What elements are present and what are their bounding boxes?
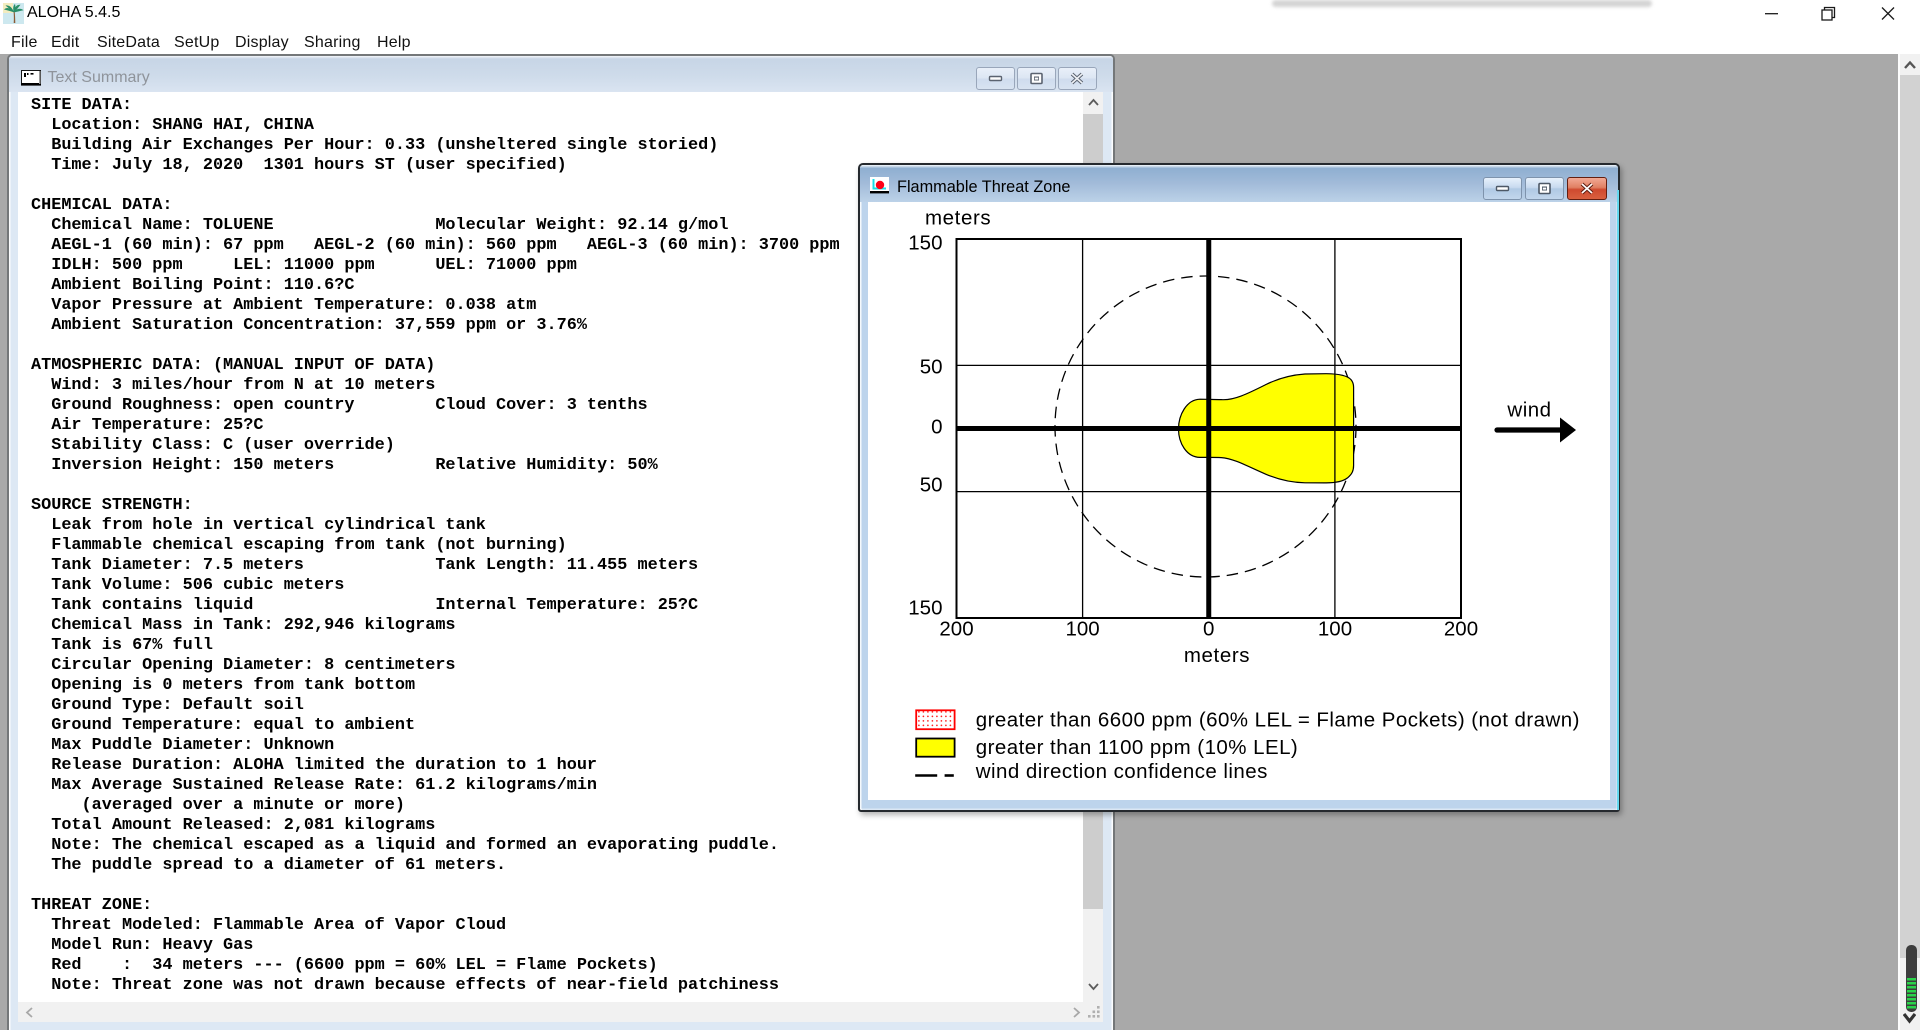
svg-text:meters: meters xyxy=(925,207,991,230)
svg-text:50: 50 xyxy=(920,473,943,496)
svg-text:100: 100 xyxy=(1065,618,1099,641)
svg-text:100: 100 xyxy=(1318,618,1352,641)
svg-text:150: 150 xyxy=(908,232,942,255)
svg-text:meters: meters xyxy=(1184,644,1250,667)
svg-text:0: 0 xyxy=(931,416,942,439)
svg-text:wind: wind xyxy=(1506,399,1551,422)
svg-text:wind direction confidence line: wind direction confidence lines xyxy=(975,760,1268,783)
svg-text:50: 50 xyxy=(920,355,943,378)
svg-text:0: 0 xyxy=(1203,618,1214,641)
svg-text:200: 200 xyxy=(1444,618,1478,641)
svg-text:200: 200 xyxy=(939,618,973,641)
svg-text:150: 150 xyxy=(908,597,942,620)
svg-text:greater than 6600 ppm (60% LEL: greater than 6600 ppm (60% LEL = Flame P… xyxy=(976,709,1580,732)
svg-text:greater than 1100 ppm (10% LEL: greater than 1100 ppm (10% LEL) xyxy=(976,736,1298,759)
